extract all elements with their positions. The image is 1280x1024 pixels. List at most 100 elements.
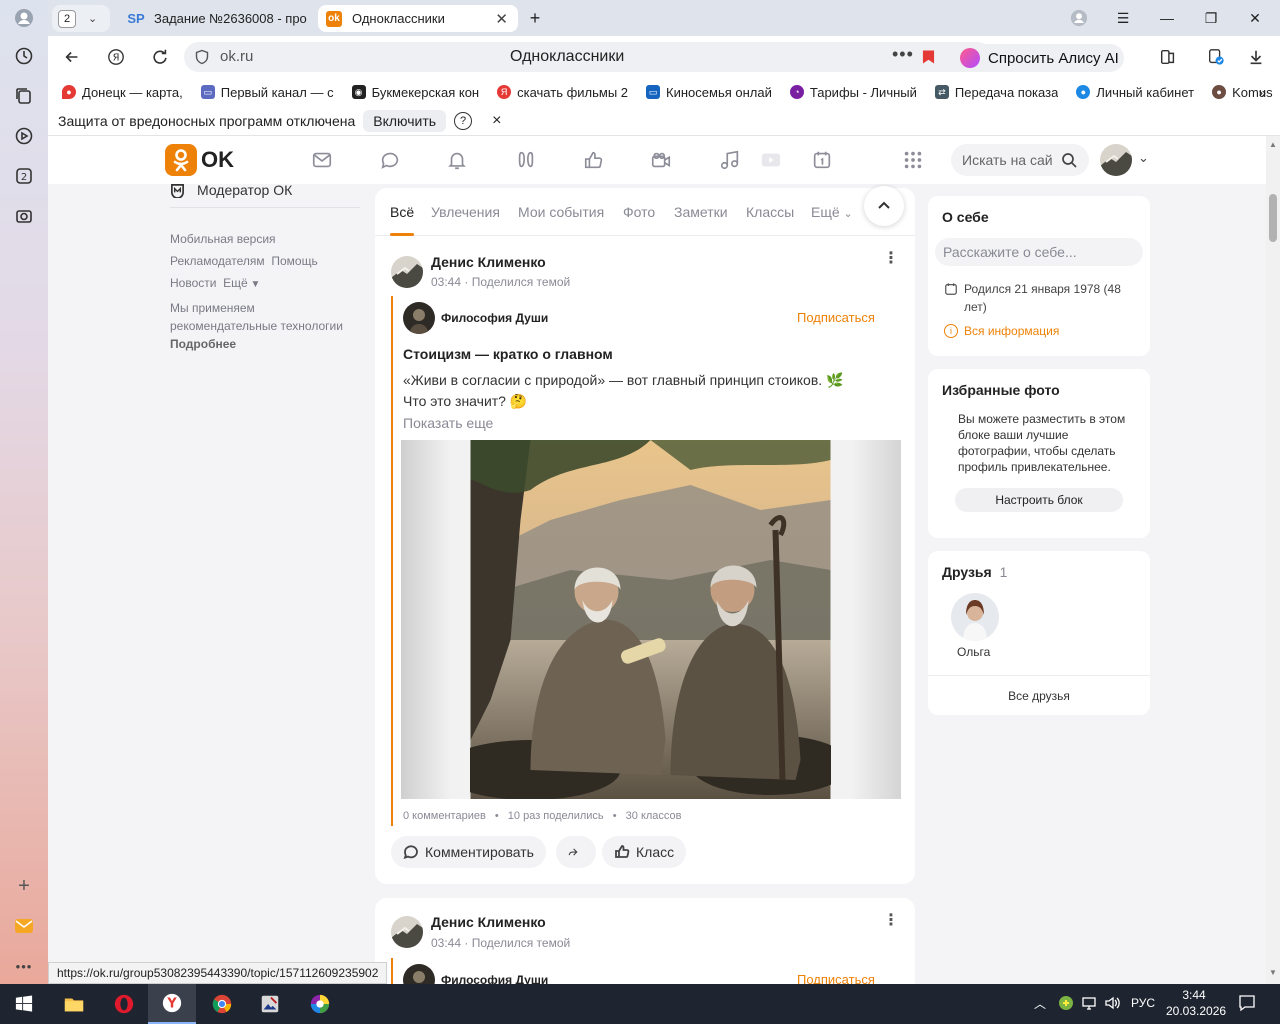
enable-protection-button[interactable]: Включить bbox=[363, 109, 447, 132]
help-link[interactable]: Помощь bbox=[271, 254, 317, 268]
caret-down-icon[interactable]: ▼ bbox=[248, 279, 260, 290]
scroll-up-button[interactable] bbox=[864, 186, 904, 226]
screenshot-icon[interactable] bbox=[10, 202, 38, 230]
download-icon[interactable] bbox=[1244, 45, 1268, 69]
all-info-link[interactable]: i Вся информация bbox=[944, 324, 1059, 338]
bookmark-item[interactable]: ⇄ Передача показа bbox=[934, 85, 1058, 100]
configure-block-button[interactable]: Настроить блок bbox=[955, 488, 1123, 512]
likes-count[interactable]: 30 классов bbox=[626, 810, 682, 822]
bookmark-item[interactable]: ◉ Букмекерская кон bbox=[351, 85, 479, 100]
new-tab-button[interactable]: + bbox=[522, 6, 548, 30]
post-menu-icon[interactable]: ⋮ bbox=[883, 251, 899, 267]
extension-icon[interactable] bbox=[1204, 45, 1228, 69]
more-details-link[interactable]: Подробнее bbox=[170, 337, 236, 351]
history-icon[interactable] bbox=[10, 42, 38, 70]
post-menu-icon[interactable]: ⋮ bbox=[883, 913, 899, 929]
tab-group-button[interactable]: 2 ⌄ bbox=[52, 5, 110, 32]
mobile-version-link[interactable]: Мобильная версия bbox=[170, 232, 276, 246]
like-button[interactable]: Класс bbox=[602, 836, 687, 868]
tray-chevron-icon[interactable]: ︿ bbox=[1034, 995, 1046, 1012]
ok-logo[interactable]: OK bbox=[165, 144, 234, 176]
more-bookmarks-icon[interactable]: » bbox=[1259, 85, 1266, 100]
apps-grid-icon[interactable] bbox=[901, 148, 925, 172]
back-icon[interactable] bbox=[60, 45, 84, 69]
tab-hobbies[interactable]: Увлечения bbox=[431, 204, 500, 220]
about-input[interactable]: Расскажите о себе... bbox=[935, 238, 1143, 266]
group-avatar[interactable] bbox=[403, 964, 435, 984]
share-button[interactable] bbox=[556, 836, 596, 868]
tab-my-events[interactable]: Мои события bbox=[518, 204, 604, 220]
bookmark-item[interactable]: Яскачать фильмы 2 bbox=[497, 85, 628, 100]
author-name[interactable]: Денис Клименко bbox=[431, 914, 546, 930]
friends-title[interactable]: Друзья 1 bbox=[942, 564, 1007, 580]
video-icon[interactable] bbox=[649, 148, 673, 172]
color-app-icon[interactable] bbox=[296, 984, 344, 1024]
news-link[interactable]: Новости bbox=[170, 276, 216, 290]
page-scrollbar[interactable]: ▲ ▼ bbox=[1266, 136, 1280, 984]
moderator-link[interactable]: Модератор ОК bbox=[170, 184, 292, 198]
bookmark-flag-icon[interactable] bbox=[922, 49, 935, 68]
more-link[interactable]: Ещё bbox=[223, 276, 248, 290]
friend-name[interactable]: Ольга bbox=[957, 645, 990, 659]
volume-icon[interactable] bbox=[1104, 995, 1120, 1014]
topic-image-frame[interactable] bbox=[401, 440, 901, 799]
comments-count[interactable]: 0 комментариев bbox=[403, 810, 486, 822]
bookmark-item[interactable]: ● Личный кабинет bbox=[1076, 85, 1194, 100]
group-avatar[interactable] bbox=[403, 302, 435, 334]
notifications-icon[interactable] bbox=[445, 148, 469, 172]
help-icon[interactable]: ? bbox=[454, 111, 473, 130]
topic-title[interactable]: Стоицизм — кратко о главном bbox=[403, 346, 613, 362]
tray-app-icon[interactable] bbox=[1058, 995, 1074, 1014]
profile-chevron-icon[interactable]: ⌄ bbox=[1138, 150, 1149, 166]
account-icon[interactable] bbox=[1066, 6, 1092, 30]
clock[interactable]: 3:44 20.03.2026 bbox=[1166, 987, 1226, 1019]
language-indicator[interactable]: РУС bbox=[1131, 996, 1155, 1010]
show-more-link[interactable]: Показать еще bbox=[403, 415, 493, 431]
video-play-icon[interactable] bbox=[10, 122, 38, 150]
file-explorer-icon[interactable] bbox=[50, 984, 98, 1024]
discussions-icon[interactable] bbox=[378, 148, 402, 172]
minimize-icon[interactable]: — bbox=[1154, 6, 1180, 30]
network-icon[interactable] bbox=[1081, 995, 1097, 1014]
reader-icon[interactable] bbox=[1156, 45, 1180, 69]
user-avatar[interactable] bbox=[1100, 144, 1132, 176]
bookmark-item[interactable]: ● Донецк — карта, bbox=[62, 85, 183, 100]
more-icon[interactable]: ••• bbox=[10, 952, 38, 980]
bookmark-item[interactable]: ▭ Киносемья онлай bbox=[646, 85, 772, 100]
tab-odnoklassniki[interactable]: ok Одноклассники ✕ bbox=[318, 5, 518, 32]
more-dots-icon[interactable]: ••• bbox=[892, 44, 914, 65]
mail-icon[interactable] bbox=[10, 912, 38, 940]
author-avatar[interactable] bbox=[391, 916, 423, 948]
scroll-down-arrow-icon[interactable]: ▼ bbox=[1269, 968, 1277, 977]
tab-all[interactable]: Всё bbox=[390, 204, 414, 220]
tab-more[interactable]: Ещё ⌄ bbox=[811, 204, 853, 220]
events-icon[interactable] bbox=[582, 148, 606, 172]
address-bar[interactable]: ok.ru Одноклассники ••• bbox=[184, 42, 992, 72]
close-window-icon[interactable]: ✕ bbox=[1242, 6, 1268, 30]
messages-icon[interactable] bbox=[310, 148, 334, 172]
menu-icon[interactable]: ☰ bbox=[1110, 6, 1136, 30]
all-friends-link[interactable]: Все друзья bbox=[928, 689, 1150, 703]
bookmark-item[interactable]: ▭ Первый канал — с bbox=[200, 85, 334, 100]
scroll-thumb[interactable] bbox=[1269, 194, 1277, 242]
scroll-up-arrow-icon[interactable]: ▲ bbox=[1269, 140, 1277, 149]
tab-notes[interactable]: Заметки bbox=[674, 204, 728, 220]
group-name[interactable]: Философия Души bbox=[441, 973, 548, 984]
advertisers-link[interactable]: Рекламодателям bbox=[170, 254, 265, 268]
add-panel-icon[interactable]: + bbox=[10, 872, 38, 900]
site-info-icon[interactable] bbox=[194, 49, 210, 68]
subscribe-link[interactable]: Подписаться bbox=[797, 310, 875, 325]
image-editor-icon[interactable] bbox=[246, 984, 294, 1024]
chevron-down-icon[interactable]: ⌄ bbox=[88, 12, 97, 25]
music-icon[interactable] bbox=[718, 148, 742, 172]
close-bar-icon[interactable]: × bbox=[492, 112, 501, 130]
video-tab-icon[interactable] bbox=[759, 148, 783, 172]
comment-button[interactable]: Комментировать bbox=[391, 836, 546, 868]
guests-icon[interactable] bbox=[514, 148, 538, 172]
tab-count-icon[interactable]: 2 bbox=[10, 162, 38, 190]
yandex-browser-icon[interactable]: Y bbox=[148, 984, 196, 1024]
author-avatar[interactable] bbox=[391, 256, 423, 288]
shares-count[interactable]: 10 раз поделились bbox=[508, 810, 604, 822]
friend-avatar[interactable] bbox=[951, 593, 999, 641]
collections-icon[interactable] bbox=[10, 82, 38, 110]
